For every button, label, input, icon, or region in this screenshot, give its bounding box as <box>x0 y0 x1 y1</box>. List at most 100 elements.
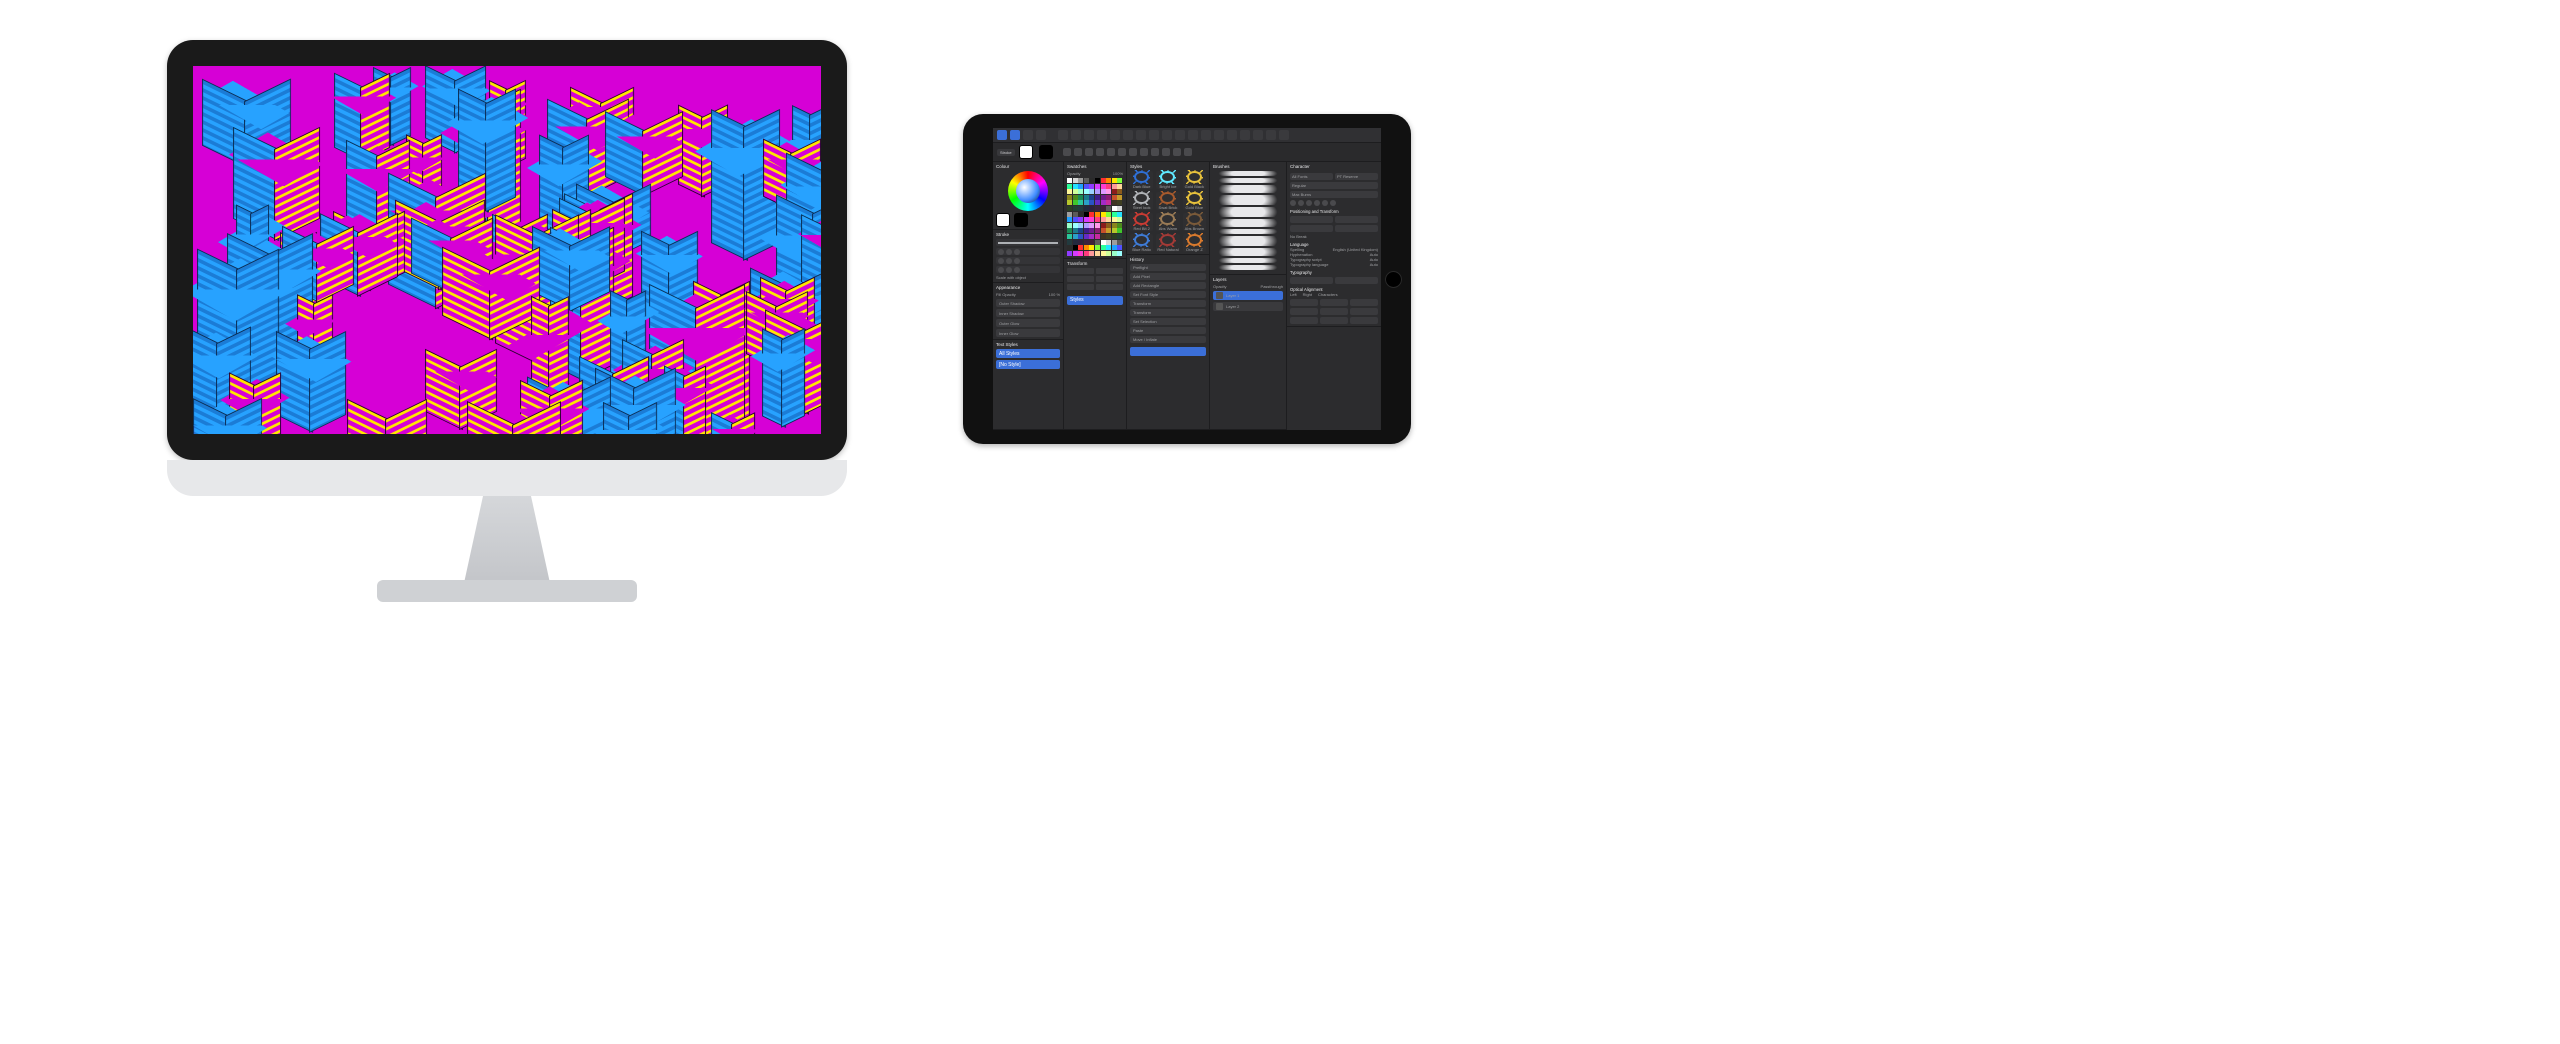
node-tool-icon[interactable] <box>1074 148 1082 156</box>
cloud-icon[interactable] <box>1023 130 1033 140</box>
swatch[interactable] <box>1073 245 1078 250</box>
swatch[interactable] <box>1101 206 1106 211</box>
transform-s[interactable] <box>1096 284 1123 290</box>
brush-preview[interactable] <box>1213 207 1283 217</box>
fx-outer-glow[interactable]: Outer Glow <box>996 319 1060 327</box>
swatch[interactable] <box>1089 189 1094 194</box>
swatch[interactable] <box>1112 234 1117 239</box>
swatch[interactable] <box>1095 217 1100 222</box>
swatch[interactable] <box>1106 228 1111 233</box>
swatch[interactable] <box>1067 240 1072 245</box>
swatch[interactable] <box>1084 245 1089 250</box>
toolbar-tool-10[interactable] <box>1188 130 1198 140</box>
transform-r[interactable] <box>1067 284 1094 290</box>
swatch[interactable] <box>1095 184 1100 189</box>
swatch[interactable] <box>1106 178 1111 183</box>
swatch[interactable] <box>1101 212 1106 217</box>
vector-brush-tool-icon[interactable] <box>1107 148 1115 156</box>
swatch[interactable] <box>1078 206 1083 211</box>
swatch[interactable] <box>1067 189 1072 194</box>
toolbar-tool-0[interactable] <box>1058 130 1068 140</box>
brush-preview[interactable] <box>1213 229 1283 234</box>
swatch[interactable] <box>1106 200 1111 205</box>
swatch[interactable] <box>1112 206 1117 211</box>
style-item[interactable]: Bright Ice <box>1156 171 1179 189</box>
swatch[interactable] <box>1095 240 1100 245</box>
swatch[interactable] <box>1112 240 1117 245</box>
stroke-width-row[interactable] <box>996 239 1060 246</box>
swatch[interactable] <box>1084 206 1089 211</box>
fg-swatch[interactable] <box>996 213 1010 227</box>
swatch[interactable] <box>1078 189 1083 194</box>
swatch[interactable] <box>1101 200 1106 205</box>
swatch[interactable] <box>1084 223 1089 228</box>
swatch[interactable] <box>1078 251 1083 256</box>
swatch[interactable] <box>1084 189 1089 194</box>
swatch[interactable] <box>1117 206 1122 211</box>
fx-outer-shadow[interactable]: Outer Shadow <box>996 299 1060 307</box>
max-burns-field[interactable]: Max Burns <box>1290 191 1378 198</box>
brush-preview[interactable] <box>1213 248 1283 256</box>
brush-preview[interactable] <box>1213 258 1283 263</box>
style-item[interactable]: Red Bit 2 <box>1130 213 1153 231</box>
swatch[interactable] <box>1078 223 1083 228</box>
swatch[interactable] <box>1112 245 1117 250</box>
swatch[interactable] <box>1067 184 1072 189</box>
swatch[interactable] <box>1112 223 1117 228</box>
toolbar-tool-17[interactable] <box>1279 130 1289 140</box>
swatch[interactable] <box>1095 251 1100 256</box>
swatch[interactable] <box>1089 184 1094 189</box>
layer-row[interactable]: Layer 1 <box>1213 291 1283 300</box>
frame-text-tool-icon[interactable] <box>1162 148 1170 156</box>
swatch[interactable] <box>1073 184 1078 189</box>
style-item[interactable]: Abs Warm <box>1156 213 1179 231</box>
export-icon[interactable] <box>1036 130 1046 140</box>
typo-lang-value[interactable]: Auto <box>1370 262 1378 267</box>
swatch[interactable] <box>1095 178 1100 183</box>
swatch[interactable] <box>1078 212 1083 217</box>
swatch-grid[interactable] <box>1067 178 1123 256</box>
toolbar-tool-12[interactable] <box>1214 130 1224 140</box>
sup-icon[interactable] <box>1330 200 1336 206</box>
gradient-tool-icon[interactable] <box>1129 148 1137 156</box>
swatch[interactable] <box>1101 245 1106 250</box>
stroke-swatch[interactable] <box>1039 145 1053 159</box>
swatch[interactable] <box>1112 228 1117 233</box>
swatch[interactable] <box>1101 228 1106 233</box>
swatch[interactable] <box>1078 234 1083 239</box>
swatch[interactable] <box>1073 212 1078 217</box>
swatch[interactable] <box>1117 184 1122 189</box>
swatch[interactable] <box>1073 251 1078 256</box>
swatch[interactable] <box>1089 178 1094 183</box>
brush-preview[interactable] <box>1213 171 1283 176</box>
swatch[interactable] <box>1078 200 1083 205</box>
swatch[interactable] <box>1089 206 1094 211</box>
swatch[interactable] <box>1073 189 1078 194</box>
swatch[interactable] <box>1067 228 1072 233</box>
swatch[interactable] <box>1112 217 1117 222</box>
stroke-join-row[interactable] <box>996 257 1060 264</box>
font-style[interactable]: Regular <box>1290 182 1378 189</box>
toolbar-tool-11[interactable] <box>1201 130 1211 140</box>
toolbar-tool-16[interactable] <box>1266 130 1276 140</box>
brush-preview[interactable] <box>1213 195 1283 205</box>
optical-right-3[interactable] <box>1320 317 1348 324</box>
swatch[interactable] <box>1078 184 1083 189</box>
swatch[interactable] <box>1095 200 1100 205</box>
swatch[interactable] <box>1073 195 1078 200</box>
swatch[interactable] <box>1117 200 1122 205</box>
swatch[interactable] <box>1073 234 1078 239</box>
swatch[interactable] <box>1089 251 1094 256</box>
swatch[interactable] <box>1078 240 1083 245</box>
swatch[interactable] <box>1089 234 1094 239</box>
swatch[interactable] <box>1112 189 1117 194</box>
history-item[interactable]: Add Rectangle <box>1130 282 1206 289</box>
pen-tool-icon[interactable] <box>1140 148 1148 156</box>
history-item[interactable]: Paste <box>1130 327 1206 334</box>
toolbar-tool-4[interactable] <box>1110 130 1120 140</box>
style-item[interactable]: Abs Brown <box>1183 213 1206 231</box>
swatch[interactable] <box>1095 245 1100 250</box>
swatch[interactable] <box>1073 223 1078 228</box>
swatch[interactable] <box>1089 240 1094 245</box>
swatch[interactable] <box>1117 195 1122 200</box>
